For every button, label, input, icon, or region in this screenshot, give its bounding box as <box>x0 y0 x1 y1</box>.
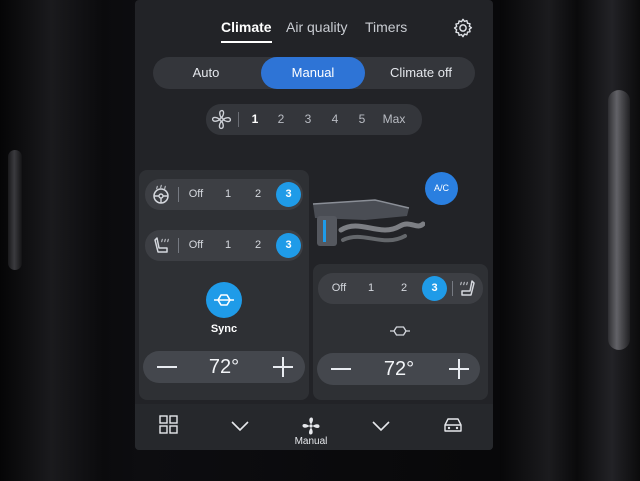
car-icon[interactable] <box>442 416 464 434</box>
fan-level-4[interactable]: 4 <box>326 104 344 135</box>
tab-timers[interactable]: Timers <box>365 19 407 35</box>
driver-seat-heat-divider <box>178 238 179 253</box>
chrome-trim-left <box>8 150 22 270</box>
driver-temperature-value: 72° <box>208 356 240 378</box>
car-airflow-illustration <box>312 199 425 246</box>
steering-heat-off[interactable]: Off <box>183 179 209 210</box>
passenger-climate-panel: Off 1 2 3 72° <box>313 264 488 400</box>
fan-mode-label: Manual <box>294 436 328 447</box>
passenger-seat-heat-off[interactable]: Off <box>326 273 352 304</box>
fan-icon <box>211 109 232 130</box>
driver-climate-panel: Off 1 2 3 Off 1 2 3 Sync 72° <box>139 170 309 400</box>
driver-temperature-control: 72° <box>143 351 305 383</box>
bottom-bar: Manual <box>135 404 493 450</box>
passenger-seat-heat-2[interactable]: 2 <box>395 273 413 304</box>
mode-climate-off-button[interactable]: Climate off <box>367 57 475 89</box>
fan-level-2[interactable]: 2 <box>272 104 290 135</box>
tab-climate[interactable]: Climate <box>221 19 272 43</box>
passenger-temperature-value: 72° <box>383 358 415 380</box>
steering-heat-1[interactable]: 1 <box>219 179 237 210</box>
grid-icon[interactable] <box>159 415 178 434</box>
passenger-seat-heat-divider <box>452 281 453 296</box>
fan-level-5[interactable]: 5 <box>353 104 371 135</box>
sync-icon[interactable] <box>389 324 411 338</box>
sync-label: Sync <box>210 323 238 335</box>
driver-seat-heat-off[interactable]: Off <box>183 230 209 261</box>
passenger-seat-heat-3[interactable]: 3 <box>422 276 447 301</box>
driver-seat-heat-selector: Off 1 2 3 <box>145 230 303 261</box>
fan-divider <box>238 112 239 127</box>
steering-heat-selector: Off 1 2 3 <box>145 179 303 210</box>
mode-manual-button[interactable]: Manual <box>261 57 365 89</box>
fan-speed-selector: 1 2 3 4 5 Max <box>206 104 422 135</box>
sync-icon <box>214 294 234 306</box>
climate-screen: Climate Air quality Timers Auto Manual C… <box>135 0 493 450</box>
driver-seat-heat-2[interactable]: 2 <box>249 230 267 261</box>
seat-heat-icon <box>460 280 475 296</box>
tab-bar: Climate Air quality Timers <box>135 19 493 47</box>
driver-temp-increase-button[interactable] <box>265 351 301 383</box>
fan-level-3[interactable]: 3 <box>299 104 317 135</box>
steering-heat-2[interactable]: 2 <box>249 179 267 210</box>
passenger-temp-decrease-button[interactable] <box>321 353 357 385</box>
driver-temp-decrease-button[interactable] <box>147 351 183 383</box>
climate-mode-selector: Auto Manual Climate off <box>153 57 475 89</box>
gear-icon[interactable] <box>452 17 474 39</box>
driver-seat-heat-3[interactable]: 3 <box>276 233 301 258</box>
driver-seat-heat-1[interactable]: 1 <box>219 230 237 261</box>
passenger-temp-increase-button[interactable] <box>441 353 477 385</box>
steering-heat-divider <box>178 187 179 202</box>
chevron-down-icon[interactable] <box>230 420 250 432</box>
sync-button[interactable] <box>206 282 242 318</box>
ac-button[interactable]: A/C <box>425 172 458 205</box>
passenger-temperature-control: 72° <box>317 353 480 385</box>
steering-heat-3[interactable]: 3 <box>276 182 301 207</box>
chevron-down-icon[interactable] <box>371 420 391 432</box>
passenger-seat-heat-1[interactable]: 1 <box>362 273 380 304</box>
seat-heat-icon <box>154 237 169 253</box>
tab-air-quality[interactable]: Air quality <box>286 19 347 35</box>
fan-icon[interactable] <box>299 414 323 438</box>
passenger-seat-heat-selector: Off 1 2 3 <box>318 273 483 304</box>
chrome-trim <box>608 90 630 350</box>
steering-wheel-heat-icon <box>153 184 169 204</box>
mode-auto-button[interactable]: Auto <box>153 57 259 89</box>
fan-level-1[interactable]: 1 <box>246 104 264 135</box>
fan-level-max[interactable]: Max <box>378 104 410 135</box>
